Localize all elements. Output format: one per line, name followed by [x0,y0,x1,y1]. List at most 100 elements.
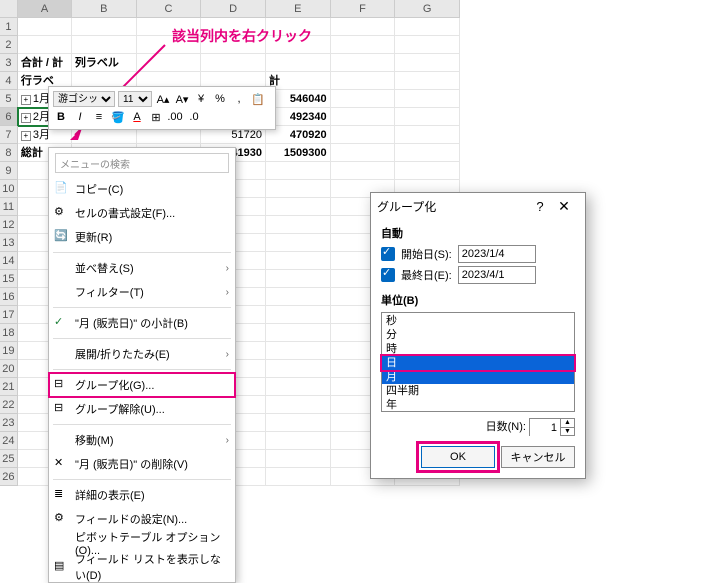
row-hdr[interactable]: 11 [0,198,18,216]
bold-icon[interactable]: B [53,109,69,125]
daycount-input[interactable] [530,419,560,437]
row-hdr[interactable]: 8 [0,144,18,162]
menu-show-detail[interactable]: ≣詳細の表示(E) [49,483,235,507]
cancel-button[interactable]: キャンセル [501,446,575,468]
row-hdr[interactable]: 5 [0,90,18,108]
increase-decimal-icon[interactable]: .00 [167,109,183,125]
align-icon[interactable]: ≡ [91,109,107,125]
start-checkbox[interactable] [381,247,395,261]
comma-icon[interactable]: , [231,91,247,107]
row-hdr[interactable]: 20 [0,360,18,378]
menu-expand-collapse[interactable]: 展開/折りたたみ(E)› [49,342,235,366]
remove-icon: ✕ [54,456,70,472]
percent-icon[interactable]: % [212,91,228,107]
spin-up-icon[interactable]: ▲ [560,419,574,428]
row-hdr[interactable]: 3 [0,54,18,72]
row-hdr[interactable]: 13 [0,234,18,252]
annotation-text: 該当列内を右クリック [172,26,312,46]
row-hdr[interactable]: 10 [0,180,18,198]
end-checkbox[interactable] [381,268,395,282]
row-hdr[interactable]: 18 [0,324,18,342]
row-hdr[interactable]: 4 [0,72,18,90]
fill-color-icon[interactable]: 🪣 [110,109,126,125]
end-date-input[interactable] [458,266,536,284]
menu-sort[interactable]: 並べ替え(S)› [49,256,235,280]
row-hdr[interactable]: 25 [0,450,18,468]
row-hdr[interactable]: 21 [0,378,18,396]
unit-listbox[interactable]: 秒 分 時 日 月 四半期 年 [381,312,575,412]
list-item[interactable]: 秒 [382,314,574,328]
col-D[interactable]: D [201,0,266,18]
menu-format-cells[interactable]: ⚙セルの書式設定(F)... [49,201,235,225]
list-item[interactable]: 分 [382,328,574,342]
row-hdr[interactable]: 19 [0,342,18,360]
daycount-spinner[interactable]: ▲▼ [529,418,575,436]
menu-hide-field-list[interactable]: ▤フィールド リストを表示しない(D) [49,555,235,579]
increase-font-icon[interactable]: A▴ [155,91,171,107]
font-family[interactable]: 游ゴシック [53,91,115,107]
select-all[interactable] [0,0,18,18]
row-hdr[interactable]: 17 [0,306,18,324]
row-hdr[interactable]: 12 [0,216,18,234]
menu-remove[interactable]: ✕"月 (販売日)" の削除(V) [49,452,235,476]
pivot-col-label: 列ラベル [72,54,137,72]
currency-icon[interactable]: ¥ [193,91,209,107]
list-item-selected[interactable]: 月 [382,370,574,384]
col-F[interactable]: F [331,0,396,18]
mini-toolbar: 游ゴシック 11 A▴ A▾ ¥ % , 📋 B I ≡ 🪣 A ⊞ .00 .… [48,86,276,130]
row-hdr[interactable]: 1 [0,18,18,36]
help-button[interactable]: ? [531,199,549,214]
col-G[interactable]: G [395,0,460,18]
border-icon[interactable]: ⊞ [148,109,164,125]
format-painter-icon[interactable]: 📋 [250,91,266,107]
list-item[interactable]: 時 [382,342,574,356]
chevron-right-icon: › [226,287,229,298]
decrease-font-icon[interactable]: A▾ [174,91,190,107]
row-hdr[interactable]: 15 [0,270,18,288]
detail-icon: ≣ [54,487,70,503]
row-hdr[interactable]: 22 [0,396,18,414]
close-button[interactable]: ✕ [549,198,579,215]
row-hdr[interactable]: 2 [0,36,18,54]
ungroup-icon: ⊟ [54,401,70,417]
row-hdr[interactable]: 6 [0,108,18,126]
menu-group[interactable]: ⊟グループ化(G)... [49,373,235,397]
row-hdr[interactable]: 26 [0,468,18,486]
spin-down-icon[interactable]: ▼ [560,428,574,436]
expand-icon[interactable]: + [21,95,31,105]
decrease-decimal-icon[interactable]: .0 [186,109,202,125]
chevron-right-icon: › [226,435,229,446]
menu-filter[interactable]: フィルター(T)› [49,280,235,304]
context-menu: メニューの検索 📄コピー(C) ⚙セルの書式設定(F)... 🔄更新(R) 並べ… [48,147,236,583]
menu-copy[interactable]: 📄コピー(C) [49,177,235,201]
menu-subtotal[interactable]: ✓"月 (販売日)" の小計(B) [49,311,235,335]
col-C[interactable]: C [137,0,202,18]
italic-icon[interactable]: I [72,109,88,125]
ok-button[interactable]: OK [421,446,495,468]
list-item[interactable]: 年 [382,398,574,412]
menu-search[interactable]: メニューの検索 [55,153,229,173]
col-B[interactable]: B [72,0,137,18]
list-item-selected[interactable]: 日 [382,356,574,370]
start-date-input[interactable] [458,245,536,263]
row-hdr[interactable]: 14 [0,252,18,270]
menu-field-settings[interactable]: ⚙フィールドの設定(N)... [49,507,235,531]
menu-refresh[interactable]: 🔄更新(R) [49,225,235,249]
font-size[interactable]: 11 [118,91,152,107]
row-hdr[interactable]: 24 [0,432,18,450]
expand-icon[interactable]: + [21,113,31,123]
menu-move[interactable]: 移動(M)› [49,428,235,452]
col-E[interactable]: E [266,0,331,18]
font-color-icon[interactable]: A [129,109,145,125]
row-hdr[interactable]: 9 [0,162,18,180]
end-label: 最終日(E): [401,267,452,283]
menu-ungroup[interactable]: ⊟グループ解除(U)... [49,397,235,421]
row-hdr[interactable]: 23 [0,414,18,432]
col-A[interactable]: A [18,0,72,18]
daycount-label: 日数(N): [486,421,526,433]
list-item[interactable]: 四半期 [382,384,574,398]
expand-icon[interactable]: + [21,131,31,141]
row-hdr[interactable]: 7 [0,126,18,144]
chevron-right-icon: › [226,263,229,274]
row-hdr[interactable]: 16 [0,288,18,306]
